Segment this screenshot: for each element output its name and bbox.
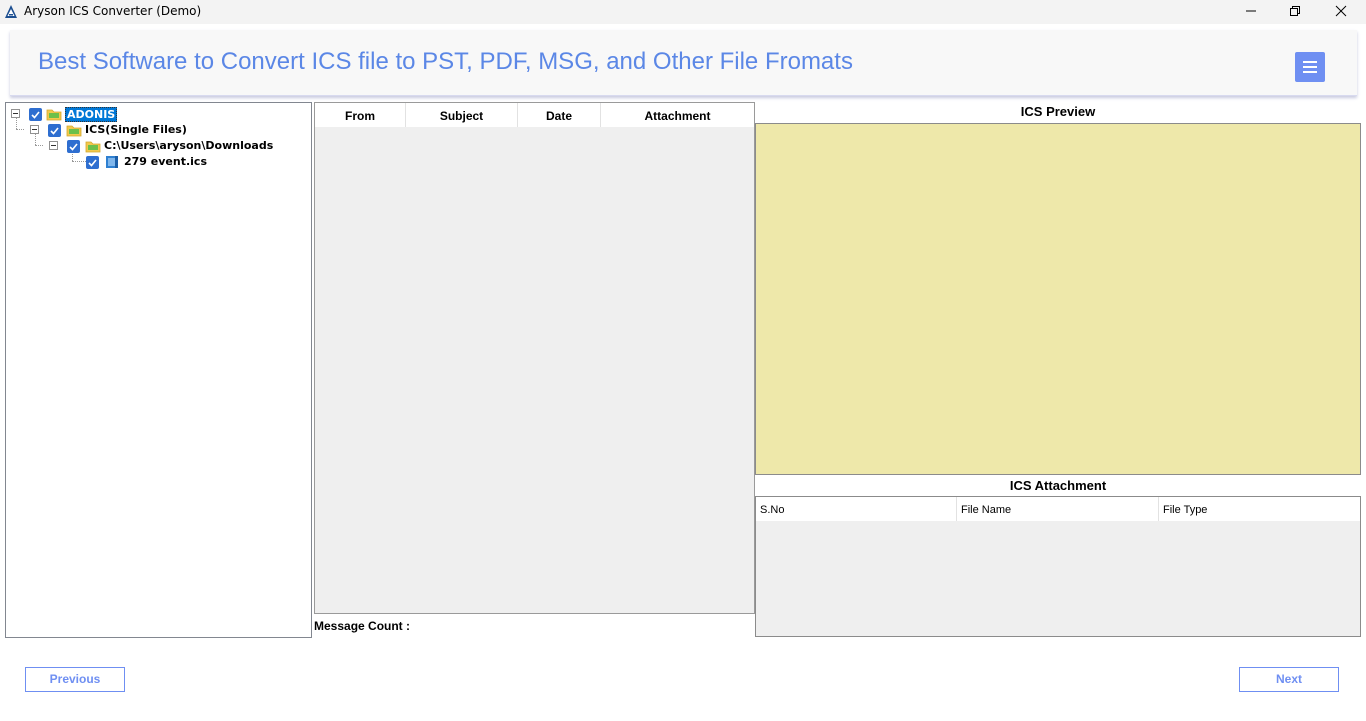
header-banner: Best Software to Convert ICS file to PST… bbox=[10, 30, 1357, 96]
checkmark-icon bbox=[88, 159, 97, 167]
tree-checkbox[interactable] bbox=[67, 140, 80, 153]
tree-checkbox[interactable] bbox=[86, 156, 99, 169]
checkmark-icon bbox=[50, 127, 59, 135]
message-list-header: From Subject Date Attachment bbox=[315, 103, 754, 127]
tree-node-ics-single-files[interactable]: ICS(Single Files) bbox=[6, 122, 306, 138]
restore-button[interactable] bbox=[1272, 0, 1318, 24]
tree-node-label: ADONIS bbox=[65, 107, 118, 122]
window-titlebar: Aryson ICS Converter (Demo) bbox=[0, 0, 1366, 24]
collapse-toggle[interactable] bbox=[49, 141, 58, 150]
minimize-icon bbox=[1246, 10, 1256, 12]
message-list[interactable]: From Subject Date Attachment bbox=[314, 102, 755, 614]
tree-checkbox[interactable] bbox=[29, 108, 42, 121]
tree-node-event-file[interactable]: 279 event.ics bbox=[6, 154, 306, 170]
column-header-from[interactable]: From bbox=[315, 103, 406, 127]
folder-icon bbox=[66, 125, 82, 137]
column-header-attachment[interactable]: Attachment bbox=[601, 103, 754, 127]
attachment-title: ICS Attachment bbox=[1009, 478, 1107, 493]
column-header-file-name[interactable]: File Name bbox=[957, 497, 1159, 521]
collapse-toggle[interactable] bbox=[11, 109, 20, 118]
attachment-list-header: S.No File Name File Type bbox=[756, 497, 1360, 521]
minimize-button[interactable] bbox=[1228, 0, 1274, 24]
next-button[interactable]: Next bbox=[1239, 667, 1339, 692]
close-icon bbox=[1335, 5, 1347, 17]
checkmark-icon bbox=[69, 143, 78, 151]
folder-icon bbox=[85, 141, 101, 153]
previous-button[interactable]: Previous bbox=[25, 667, 125, 692]
message-count-label: Message Count : bbox=[314, 619, 411, 633]
hamburger-icon bbox=[1303, 61, 1317, 63]
tree-checkbox[interactable] bbox=[48, 124, 61, 137]
headline: Best Software to Convert ICS file to PST… bbox=[38, 48, 853, 75]
folder-icon bbox=[46, 109, 62, 121]
tree-node-label: 279 event.ics bbox=[124, 155, 207, 168]
preview-title: ICS Preview bbox=[1020, 104, 1096, 119]
tree-node-downloads-folder[interactable]: C:\Users\aryson\Downloads bbox=[6, 138, 306, 154]
column-header-sno[interactable]: S.No bbox=[756, 497, 957, 521]
tree-node-label: ICS(Single Files) bbox=[85, 123, 187, 136]
checkmark-icon bbox=[31, 111, 40, 119]
app-client-area: Best Software to Convert ICS file to PST… bbox=[0, 24, 1366, 721]
folder-tree[interactable]: ADONIS ICS(Single Files) C:\Users\aryson… bbox=[5, 102, 312, 638]
menu-button[interactable] bbox=[1295, 52, 1325, 82]
column-header-file-type[interactable]: File Type bbox=[1159, 497, 1360, 521]
tree-node-label: C:\Users\aryson\Downloads bbox=[104, 139, 274, 152]
ics-preview-pane[interactable] bbox=[755, 123, 1361, 475]
restore-icon bbox=[1290, 6, 1300, 16]
collapse-toggle[interactable] bbox=[30, 125, 39, 134]
window-title: Aryson ICS Converter (Demo) bbox=[24, 4, 202, 18]
attachment-list[interactable]: S.No File Name File Type bbox=[755, 496, 1361, 637]
column-header-date[interactable]: Date bbox=[518, 103, 601, 127]
column-header-subject[interactable]: Subject bbox=[406, 103, 518, 127]
tree-node-adonis[interactable]: ADONIS bbox=[6, 106, 306, 122]
close-button[interactable] bbox=[1318, 0, 1364, 24]
calendar-file-icon bbox=[106, 156, 118, 168]
app-logo-icon bbox=[5, 5, 17, 18]
footer-bar: Previous Next bbox=[0, 638, 1366, 721]
